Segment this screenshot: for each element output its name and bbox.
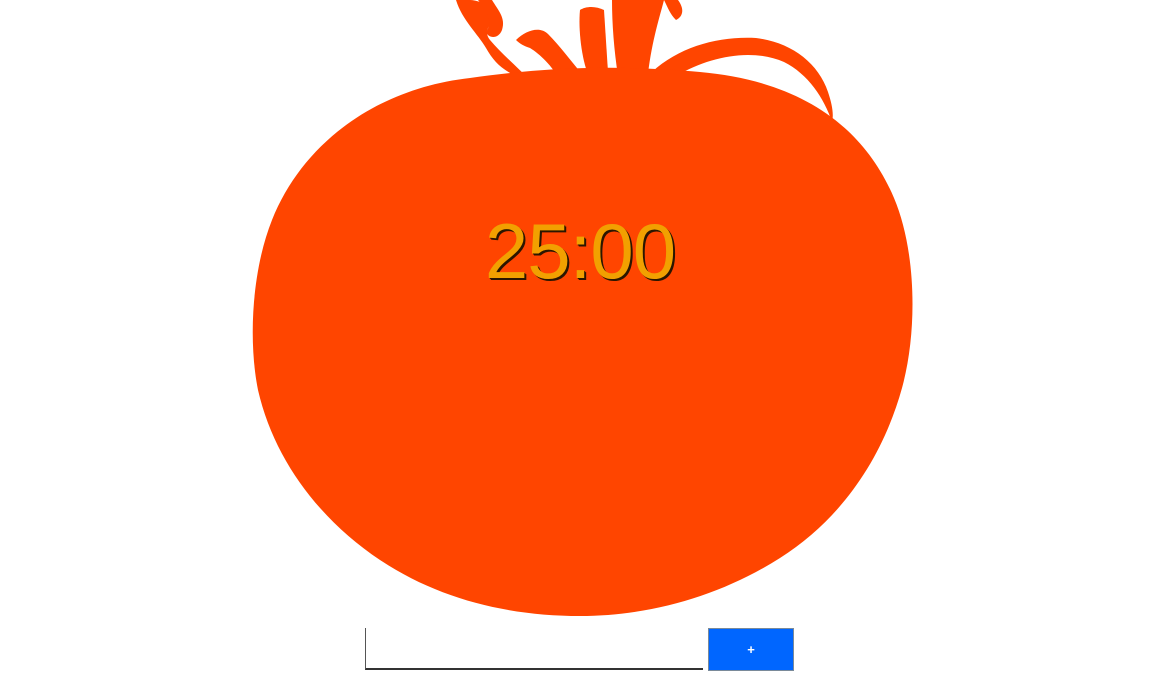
- task-input[interactable]: [365, 628, 703, 670]
- tomato-illustration: [252, 0, 913, 617]
- add-task-button[interactable]: +: [708, 628, 794, 671]
- tomato-body: [252, 67, 913, 617]
- timer-display: 25:00: [484, 207, 676, 295]
- task-form: +: [365, 628, 795, 672]
